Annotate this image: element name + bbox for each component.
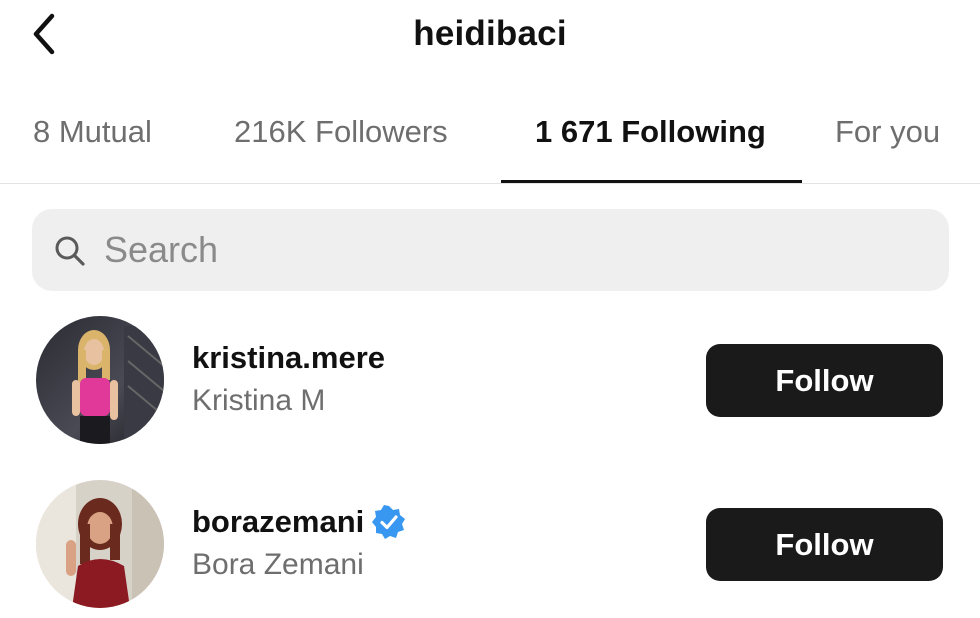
follow-button[interactable]: Follow [706,508,943,581]
list-item[interactable]: borazemani Bora Zemani Follow [0,476,980,616]
avatar[interactable] [36,316,164,444]
list-item[interactable]: kristina.mere Kristina M Follow [0,312,980,452]
account-full-name: Kristina M [192,384,326,417]
account-username[interactable]: kristina.mere [192,340,385,376]
username-text: kristina.mere [192,340,385,375]
avatar[interactable] [36,480,164,608]
verified-badge-icon [372,505,406,539]
username-text: borazemani [192,504,365,539]
top-bar: heidibaci [0,0,980,80]
search-input[interactable] [104,209,884,291]
tab-mutual[interactable]: 8 Mutual [33,114,152,150]
search-icon [55,236,85,266]
tab-following[interactable]: 1 671 Following [535,114,766,150]
follow-button[interactable]: Follow [706,344,943,417]
account-full-name: Bora Zemani [192,548,364,581]
active-tab-indicator [501,180,802,183]
profile-username-title: heidibaci [413,14,567,53]
tab-for-you[interactable]: For you [835,114,940,150]
account-username[interactable]: borazemani [192,504,406,540]
tab-followers[interactable]: 216K Followers [234,114,448,150]
tab-bar: 8 Mutual 216K Followers 1 671 Following … [0,92,980,184]
search-bar[interactable] [32,209,949,291]
